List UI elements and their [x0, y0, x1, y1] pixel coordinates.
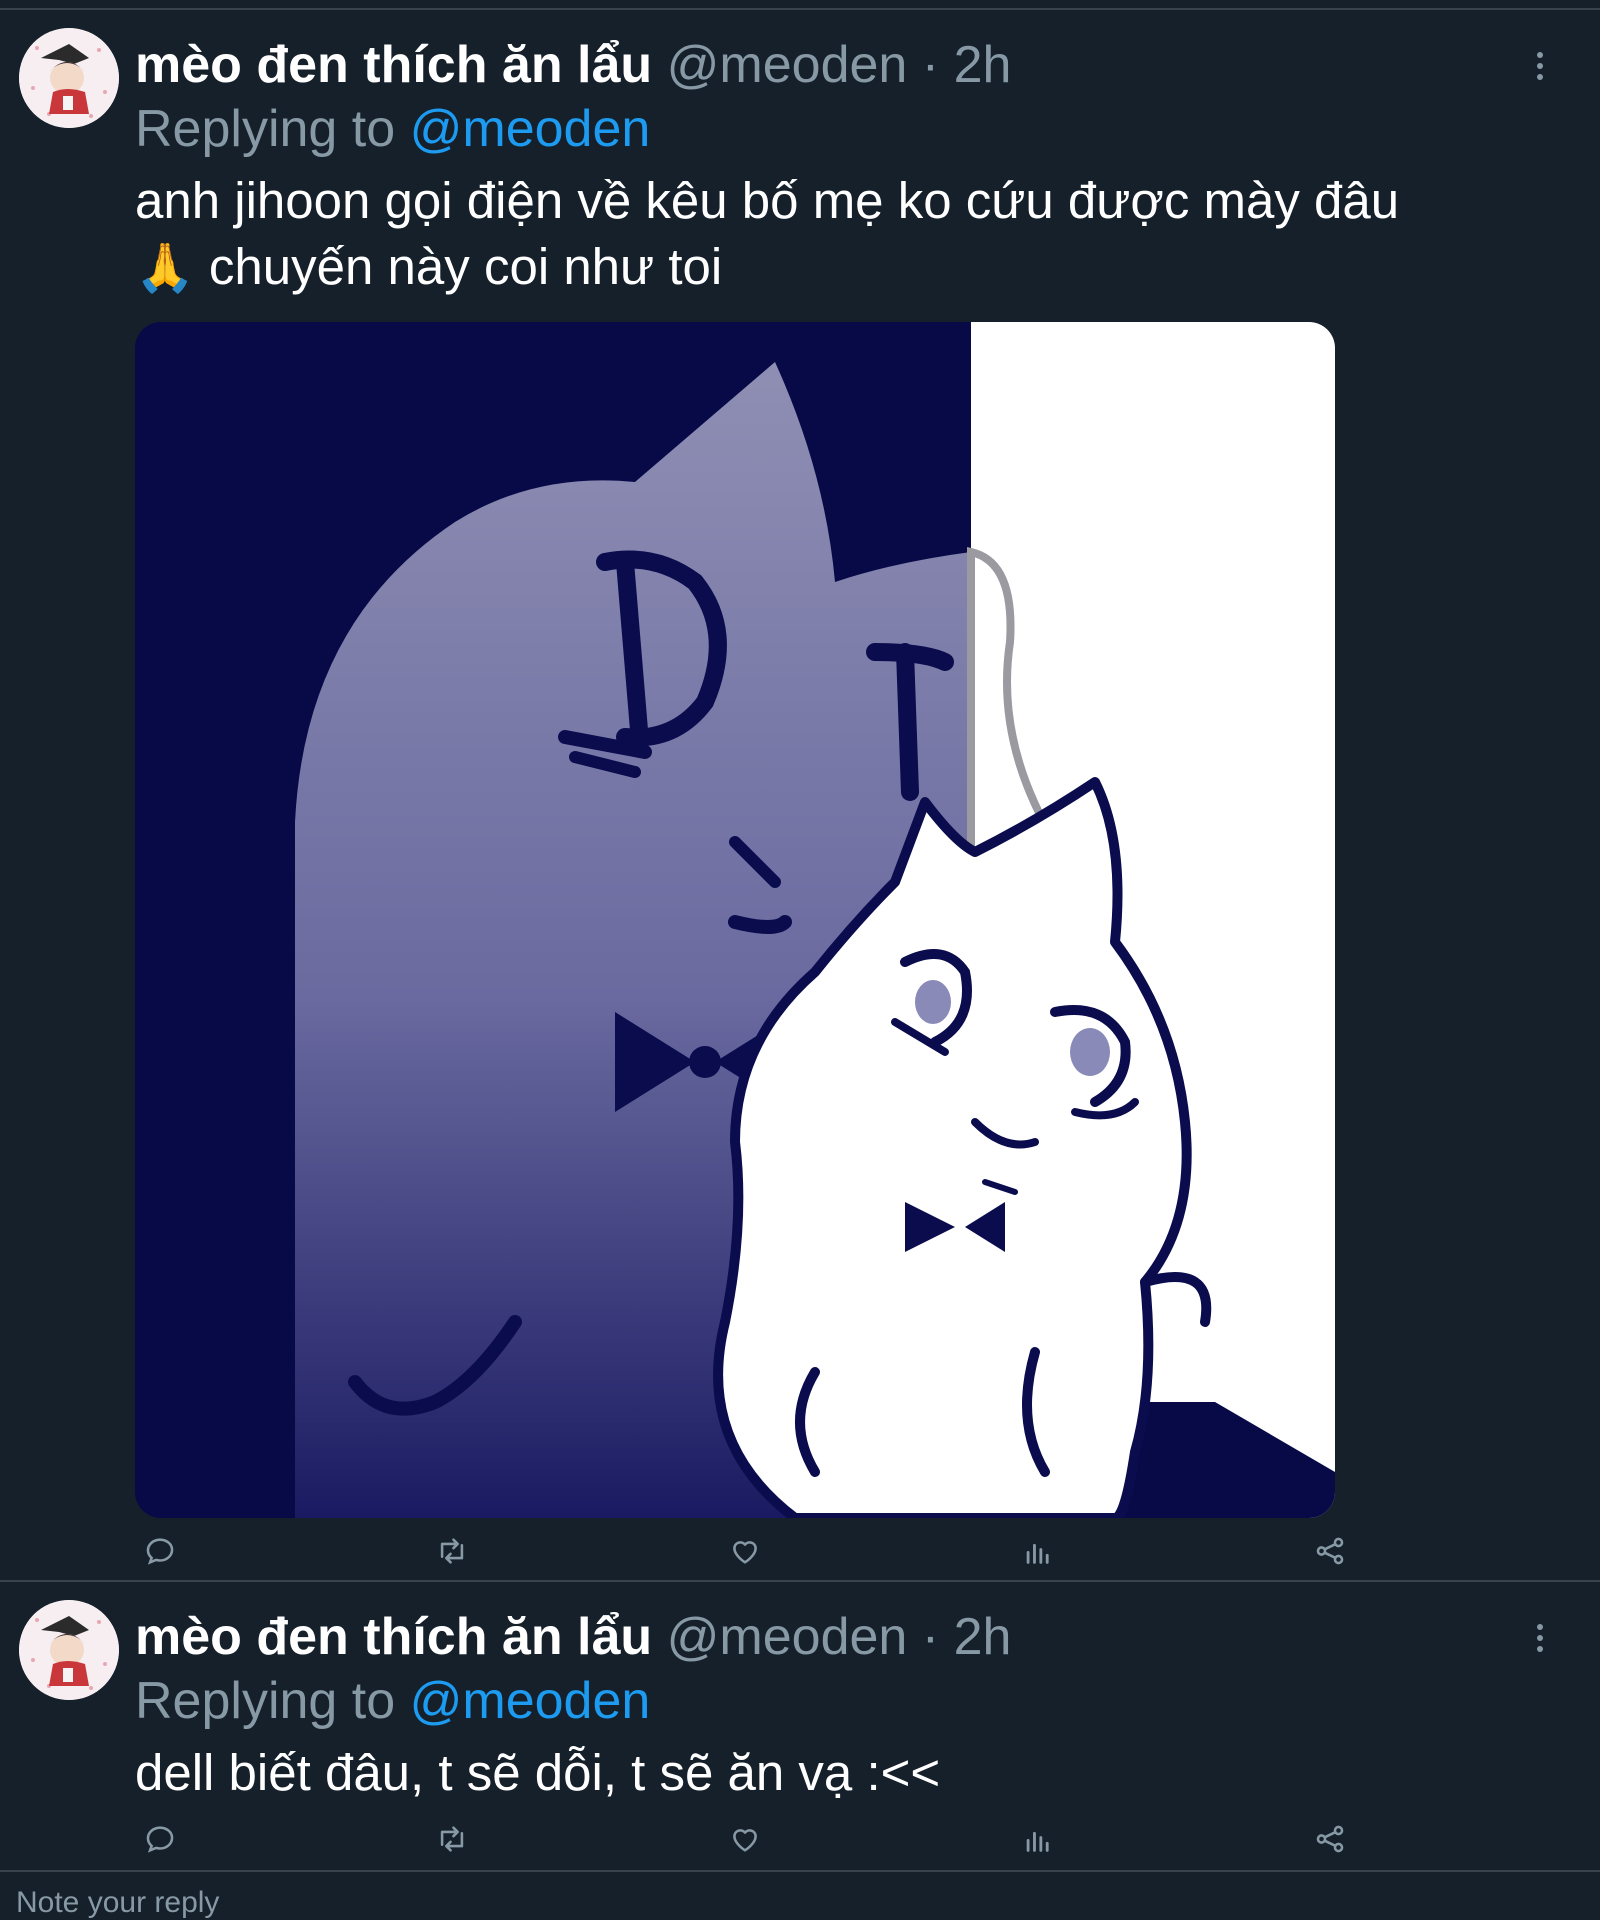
replying-to-label: Replying to: [135, 100, 396, 158]
replying-to-label: Replying to: [135, 1672, 396, 1730]
avatar-image: [19, 1600, 119, 1700]
timestamp[interactable]: 2h: [954, 1608, 1012, 1666]
tweet-text-line: 🙏 chuyến này coi như toi: [135, 234, 1555, 302]
retweet-icon[interactable]: [427, 1814, 477, 1864]
avatar[interactable]: [19, 1600, 119, 1700]
tweet-text-line: anh jihoon gọi điện về kêu bố mẹ ko cứu …: [135, 172, 1400, 229]
tweet-header: mèo đen thích ăn lẩu @meoden · 2h: [135, 32, 1011, 98]
views-icon[interactable]: [1013, 1526, 1063, 1576]
tweet[interactable]: mèo đen thích ăn lẩu @meoden · 2h Replyi…: [0, 1582, 1600, 1872]
tweet-text: anh jihoon gọi điện về kêu bố mẹ ko cứu …: [135, 168, 1555, 302]
top-divider: [0, 0, 1600, 10]
more-options-icon[interactable]: [1520, 46, 1560, 86]
tweet-text-line: dell biết đâu, t sẽ dỗi, t sẽ ăn vạ :<<: [135, 1744, 941, 1801]
separator-dot: ·: [921, 36, 940, 94]
reply-input[interactable]: Note your reply: [16, 1886, 219, 1920]
replying-to: Replying to @meoden: [135, 96, 650, 162]
more-options-icon[interactable]: [1520, 1618, 1560, 1658]
views-icon[interactable]: [1013, 1814, 1063, 1864]
timestamp[interactable]: 2h: [954, 36, 1012, 94]
cat-meme-image: [135, 322, 1335, 1518]
replying-to-mention[interactable]: @meoden: [410, 100, 651, 158]
retweet-icon[interactable]: [427, 1526, 477, 1576]
tweet-media-image[interactable]: [135, 322, 1335, 1518]
avatar-image: [19, 28, 119, 128]
folded-hands-emoji: 🙏: [135, 242, 195, 295]
tweet-text-line-content: chuyến này coi như toi: [194, 238, 723, 295]
avatar[interactable]: [19, 28, 119, 128]
share-icon[interactable]: [1305, 1814, 1355, 1864]
replying-to: Replying to @meoden: [135, 1668, 650, 1734]
share-icon[interactable]: [1305, 1526, 1355, 1576]
tweet-header: mèo đen thích ăn lẩu @meoden · 2h: [135, 1604, 1011, 1670]
reply-icon[interactable]: [135, 1814, 185, 1864]
handle[interactable]: @meoden: [667, 1608, 908, 1666]
separator-dot: ·: [921, 1608, 940, 1666]
tweet-actions: [135, 1814, 1344, 1864]
tweet-actions: [135, 1526, 1344, 1576]
like-icon[interactable]: [720, 1814, 770, 1864]
like-icon[interactable]: [720, 1526, 770, 1576]
display-name[interactable]: mèo đen thích ăn lẩu: [135, 1608, 652, 1666]
reply-icon[interactable]: [135, 1526, 185, 1576]
replying-to-mention[interactable]: @meoden: [410, 1672, 651, 1730]
tweet-text: dell biết đâu, t sẽ dỗi, t sẽ ăn vạ :<<: [135, 1740, 1555, 1806]
tweet[interactable]: mèo đen thích ăn lẩu @meoden · 2h Replyi…: [0, 10, 1600, 1582]
display-name[interactable]: mèo đen thích ăn lẩu: [135, 36, 652, 94]
handle[interactable]: @meoden: [667, 36, 908, 94]
